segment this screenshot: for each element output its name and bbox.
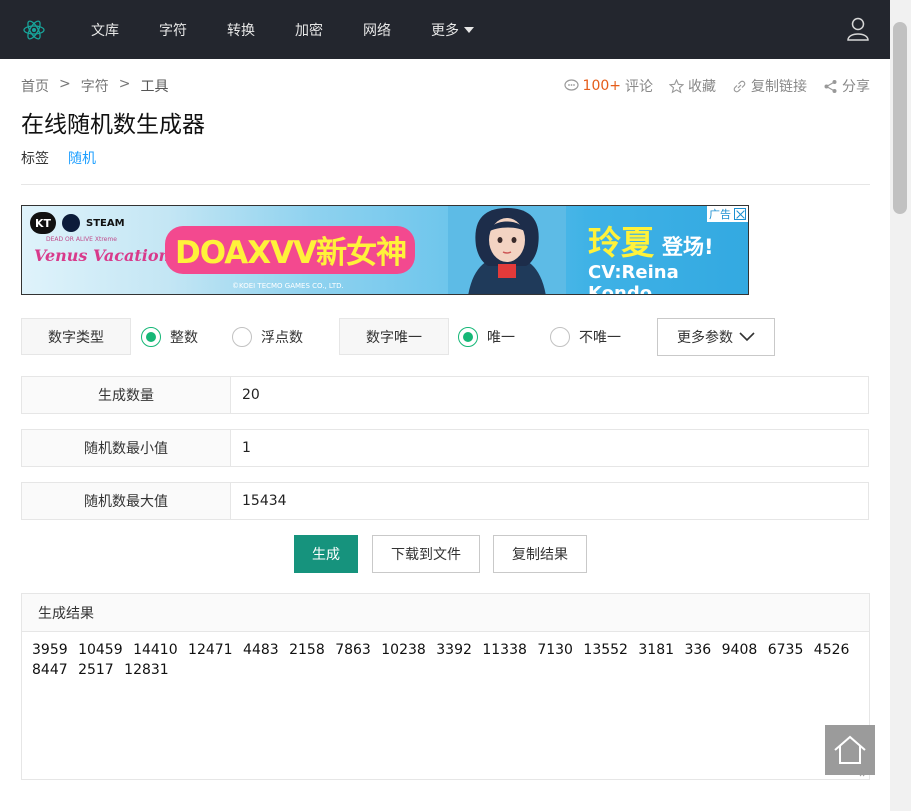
generate-button[interactable]: 生成 xyxy=(294,535,358,573)
copy-link-button[interactable]: 复制链接 xyxy=(732,76,807,96)
result-panel: 生成结果 3959 10459 14410 12471 4483 2158 78… xyxy=(21,593,870,780)
radio-checked-icon xyxy=(141,327,161,347)
ad-logos: KT STEAM xyxy=(30,212,125,234)
min-row: 随机数最小值 xyxy=(21,429,869,467)
ad-badge[interactable]: 广告 xyxy=(707,206,748,222)
more-params-button[interactable]: 更多参数 xyxy=(657,318,775,356)
count-label: 生成数量 xyxy=(22,377,231,413)
nav-item-string[interactable]: 字符 xyxy=(159,20,187,40)
comment-button[interactable]: 100+ 评论 xyxy=(563,76,653,96)
download-button[interactable]: 下载到文件 xyxy=(372,535,480,573)
radio-integer-label: 整数 xyxy=(170,330,198,346)
ad-appear-text: 登场! xyxy=(662,235,714,259)
breadcrumb-separator: > xyxy=(59,76,71,92)
star-icon xyxy=(669,78,684,93)
ad-label: 广告 xyxy=(709,208,731,221)
ad-banner[interactable]: KT STEAM DEAD OR ALIVE Xtreme Venus Vaca… xyxy=(21,205,749,295)
radio-float[interactable]: 浮点数 xyxy=(232,327,303,347)
radio-not-unique-label: 不唯一 xyxy=(579,330,621,346)
back-to-top-button[interactable] xyxy=(825,725,875,775)
breadcrumb-category[interactable]: 字符 xyxy=(81,76,109,96)
nav-item-library[interactable]: 文库 xyxy=(91,20,119,40)
ad-cv-text: CV:Reina Kondo xyxy=(588,262,679,295)
top-navbar: 文库 字符 转换 加密 网络 更多 xyxy=(0,0,890,59)
max-row: 随机数最大值 xyxy=(21,482,869,520)
chevron-down-icon xyxy=(739,332,755,342)
page-actions: 100+ 评论 收藏 复制链接 分享 xyxy=(548,76,870,96)
radio-unchecked-icon xyxy=(232,327,252,347)
scrollbar-thumb[interactable] xyxy=(893,22,907,214)
min-input[interactable] xyxy=(231,430,868,466)
result-textarea[interactable]: 3959 10459 14410 12471 4483 2158 7863 10… xyxy=(22,632,869,688)
nav-more-label: 更多 xyxy=(431,22,459,39)
radio-unique-label: 唯一 xyxy=(487,330,515,346)
nav-item-convert[interactable]: 转换 xyxy=(227,20,255,40)
ad-game-subtitle: DEAD OR ALIVE Xtreme xyxy=(46,236,117,243)
radio-float-label: 浮点数 xyxy=(261,330,303,346)
page-title: 在线随机数生成器 xyxy=(21,112,205,138)
result-title: 生成结果 xyxy=(22,594,869,632)
favorite-label: 收藏 xyxy=(688,79,716,95)
breadcrumb-separator: > xyxy=(118,76,131,92)
breadcrumb: 首页 > 字符 > 工具 xyxy=(21,76,168,96)
copy-link-label: 复制链接 xyxy=(751,79,807,95)
favorite-button[interactable]: 收藏 xyxy=(669,76,716,96)
steam-text: STEAM xyxy=(86,217,125,229)
share-button[interactable]: 分享 xyxy=(823,76,870,96)
radio-unique[interactable]: 唯一 xyxy=(458,327,515,347)
steam-logo-icon xyxy=(62,214,80,232)
count-input[interactable] xyxy=(231,377,868,413)
min-label: 随机数最小值 xyxy=(22,430,231,466)
nav-item-more[interactable]: 更多 xyxy=(431,20,474,40)
share-label: 分享 xyxy=(842,79,870,95)
site-logo-icon[interactable] xyxy=(21,17,47,43)
radio-not-unique[interactable]: 不唯一 xyxy=(550,327,621,347)
ad-copyright: ©KOEI TECMO GAMES CO., LTD. xyxy=(232,282,344,290)
max-label: 随机数最大值 xyxy=(22,483,231,519)
divider xyxy=(21,184,870,185)
breadcrumb-home[interactable]: 首页 xyxy=(21,76,49,96)
user-icon[interactable] xyxy=(846,16,872,42)
tag-label: 标签 xyxy=(21,151,49,167)
count-row: 生成数量 xyxy=(21,376,869,414)
breadcrumb-current[interactable]: 工具 xyxy=(140,76,168,96)
caret-down-icon xyxy=(464,26,474,33)
share-icon xyxy=(824,79,837,93)
page-scrollbar[interactable] xyxy=(890,0,911,811)
tag-link-random[interactable]: 随机 xyxy=(68,148,96,168)
number-unique-label: 数字唯一 xyxy=(339,318,449,355)
comment-icon xyxy=(563,79,579,91)
close-icon[interactable] xyxy=(734,208,746,220)
more-params-label: 更多参数 xyxy=(677,330,733,346)
nav-item-network[interactable]: 网络 xyxy=(363,20,391,40)
comment-count: 100+ xyxy=(582,78,621,94)
ad-headline: DOAXVV新女神 xyxy=(175,235,407,271)
home-icon xyxy=(834,735,866,764)
ad-game-logo: Venus Vacation xyxy=(34,246,171,265)
ad-character-image xyxy=(448,206,566,294)
comment-label: 评论 xyxy=(625,79,653,95)
max-input[interactable] xyxy=(231,483,868,519)
copy-result-button[interactable]: 复制结果 xyxy=(493,535,587,573)
radio-integer[interactable]: 整数 xyxy=(141,327,198,347)
radio-checked-icon xyxy=(458,327,478,347)
kt-logo: KT xyxy=(30,212,56,234)
tag-row: 标签 随机 xyxy=(21,148,96,168)
number-type-label: 数字类型 xyxy=(21,318,131,355)
link-icon xyxy=(733,80,746,92)
radio-unchecked-icon xyxy=(550,327,570,347)
nav-item-encrypt[interactable]: 加密 xyxy=(295,20,323,40)
ad-character-name: 玲夏 xyxy=(588,223,654,262)
